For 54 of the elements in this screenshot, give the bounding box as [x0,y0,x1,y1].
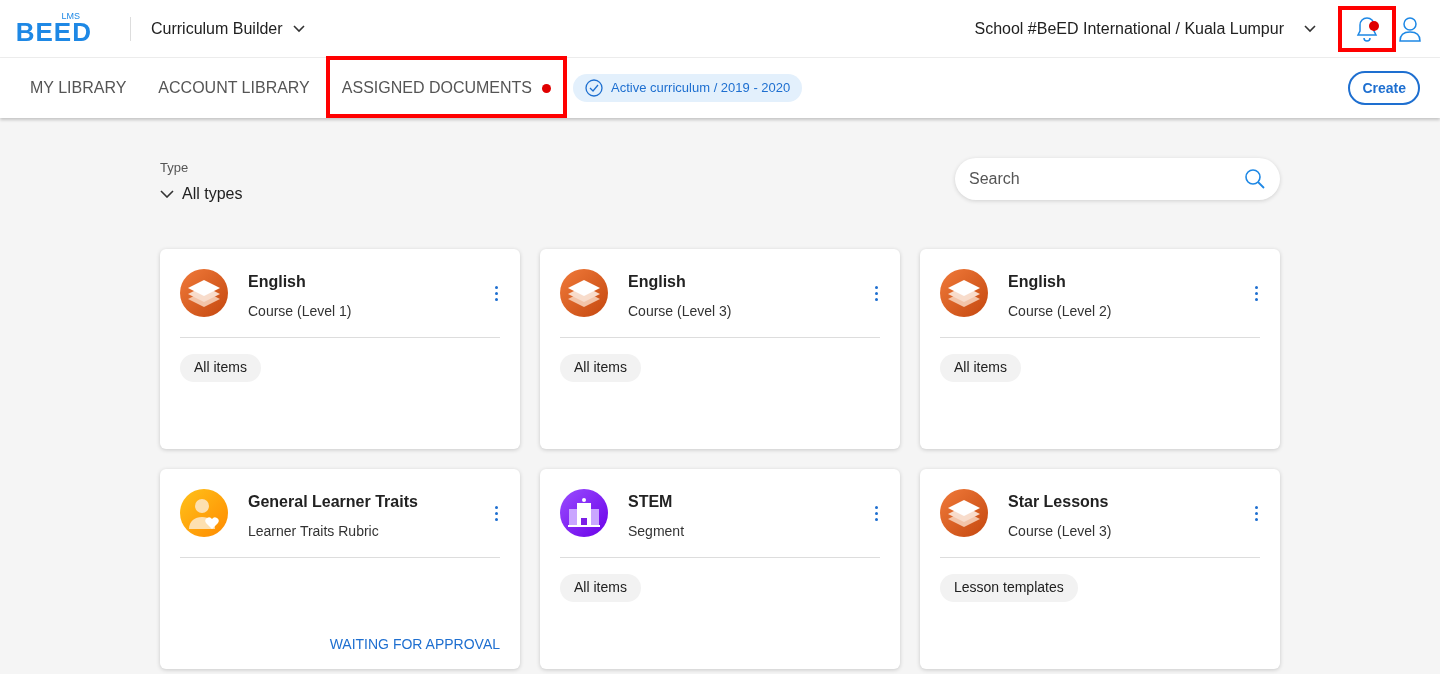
check-circle-icon [585,79,604,97]
card-title: English [1008,271,1067,292]
document-card[interactable]: English Course (Level 2) All items [920,248,1280,449]
tab[interactable]: MY LIBRARY [14,58,143,118]
more-options-icon[interactable] [493,505,500,521]
tag-chip: Lesson templates [940,573,1078,602]
tag-chip: All items [560,573,641,602]
card-subtitle: Segment [628,521,686,541]
chevron-down-icon [292,24,305,33]
more-options-icon[interactable] [873,285,880,301]
tab[interactable]: ACCOUNT LIBRARY [142,58,326,118]
more-options-icon[interactable] [873,505,880,521]
card-title: General Learner Traits [248,491,419,512]
document-card[interactable]: General Learner Traits Learner Traits Rubric WAITING FOR APPROVAL [160,468,520,669]
filter-label: Type [160,159,190,177]
tab[interactable]: ASSIGNED DOCUMENTS [325,58,568,118]
card-title: STEM [628,491,674,512]
document-card[interactable]: English Course (Level 1) All items [160,248,520,449]
card-title: English [628,271,687,292]
more-options-icon[interactable] [1253,285,1260,301]
more-options-icon[interactable] [493,285,500,301]
document-card[interactable]: English Course (Level 3) All items [540,248,900,449]
logo-wordmark: BEED [15,19,92,45]
document-card[interactable]: STEM Segment All items [540,468,900,669]
layers-icon [940,268,988,317]
card-subtitle: Course (Level 3) [628,301,733,321]
status-label: WAITING FOR APPROVAL [329,634,500,654]
card-subtitle: Course (Level 3) [1008,521,1113,541]
logo-lms-text: LMS [61,12,80,21]
card-subtitle: Learner Traits Rubric [248,521,380,541]
layers-icon [180,268,228,317]
document-card[interactable]: Star Lessons Course (Level 3) Lesson templates [920,468,1280,669]
card-subtitle: Course (Level 1) [248,301,353,321]
card-subtitle: Course (Level 2) [1008,301,1113,321]
tag-chip: All items [180,353,261,382]
more-options-icon[interactable] [1253,505,1260,521]
search-field[interactable]: Search [955,158,1280,200]
notifications-button[interactable] [1354,14,1380,43]
tag-chip: All items [560,353,641,382]
search-icon [1244,168,1266,190]
type-filter[interactable]: All types [160,181,243,206]
user-icon[interactable] [1398,15,1422,42]
layers-icon [560,268,608,317]
card-title: English [248,271,307,292]
school-switcher[interactable]: School #BeED International / Kuala Lumpur [974,16,1316,41]
create-button[interactable]: Create [1348,71,1420,105]
curriculum-chip: Active curriculum / 2019 - 2020 [573,74,803,102]
layers-icon [940,488,988,537]
card-title: Star Lessons [1008,491,1110,512]
tag-chip: All items [940,353,1021,382]
building-icon [560,488,608,537]
app-switcher[interactable]: Curriculum Builder [151,16,305,41]
chevron-down-icon [1304,24,1316,33]
chevron-down-icon [160,189,174,198]
